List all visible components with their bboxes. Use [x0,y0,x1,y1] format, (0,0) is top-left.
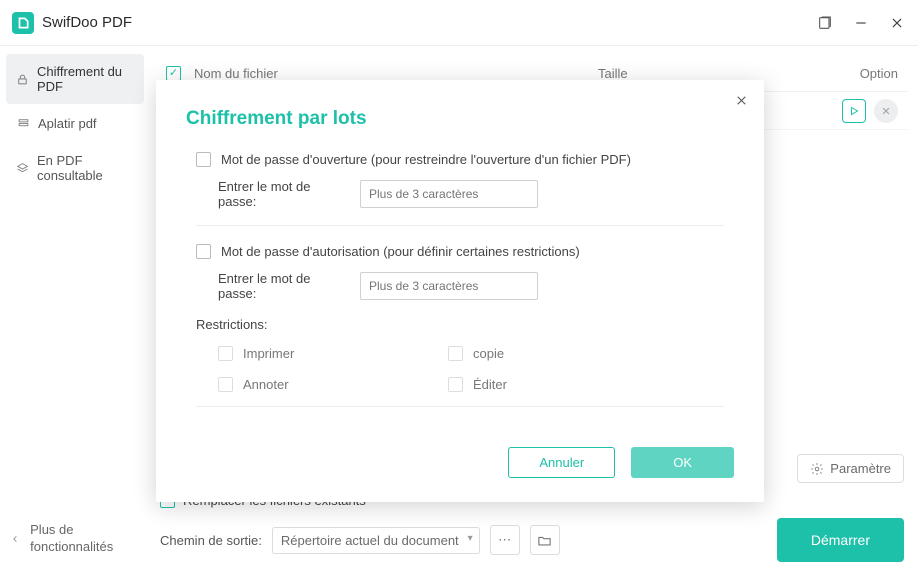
param-label: Paramètre [830,461,891,476]
restrict-annotate-checkbox[interactable] [218,377,233,392]
col-size: Taille [598,66,818,81]
ellipsis-icon: ⋯ [498,532,511,548]
output-label: Chemin de sortie: [160,533,262,548]
restrictions-label: Restrictions: [196,317,724,332]
gear-icon [810,462,824,476]
close-icon [735,94,748,107]
modal-close-button[interactable] [735,94,748,110]
titlebar: SwifDoo PDF [0,0,918,46]
restrict-annotate-label: Annoter [243,377,289,392]
open-password-label: Mot de passe d'ouverture (pour restreind… [221,152,631,167]
open-password-input[interactable] [360,180,538,208]
sidebar: Chiffrement du PDF Aplatir pdf En PDF co… [0,46,150,576]
preview-button[interactable] [842,99,866,123]
more-options-button[interactable]: ⋯ [490,525,520,555]
col-option: Option [818,66,898,81]
cancel-label: Annuler [539,455,584,470]
window-extra-icon[interactable] [816,14,834,32]
restrict-copy-label: copie [473,346,504,361]
restrict-print-checkbox[interactable] [218,346,233,361]
sidebar-item-flatten[interactable]: Aplatir pdf [6,106,144,141]
minimize-icon[interactable] [852,14,870,32]
sidebar-item-searchable[interactable]: En PDF consultable [6,143,144,193]
open-password-checkbox[interactable] [196,152,211,167]
app-title: SwifDoo PDF [42,14,132,31]
batch-encrypt-modal: Chiffrement par lots Mot de passe d'ouve… [156,80,764,502]
app-logo [12,12,34,34]
browse-folder-button[interactable] [530,525,560,555]
folder-icon [537,533,552,548]
restrict-copy-checkbox[interactable] [448,346,463,361]
restrict-edit-checkbox[interactable] [448,377,463,392]
lock-icon [16,72,29,86]
sidebar-more-label: Plus de fonctionnalités [30,522,140,556]
param-button[interactable]: Paramètre [797,454,904,483]
start-label: Démarrer [811,532,870,548]
enter-password-label: Entrer le mot de passe: [218,179,350,209]
divider [196,225,724,226]
ok-label: OK [673,455,692,470]
cancel-button[interactable]: Annuler [508,447,615,478]
select-all-checkbox[interactable] [166,66,181,81]
close-icon[interactable] [888,14,906,32]
sidebar-item-label: Aplatir pdf [38,116,97,131]
restrict-edit-label: Éditer [473,377,507,392]
sidebar-item-label: En PDF consultable [37,153,134,183]
col-name: Nom du fichier [194,66,598,81]
sidebar-more[interactable]: Plus de fonctionnalités [6,514,144,568]
flatten-icon [16,117,30,131]
modal-title: Chiffrement par lots [186,108,734,130]
enter-password-label: Entrer le mot de passe: [218,271,350,301]
auth-password-label: Mot de passe d'autorisation (pour défini… [221,244,580,259]
restrict-print-label: Imprimer [243,346,294,361]
auth-password-input[interactable] [360,272,538,300]
chevron-left-icon [10,533,20,545]
output-value: Répertoire actuel du document [281,533,459,548]
auth-password-checkbox[interactable] [196,244,211,259]
ok-button[interactable]: OK [631,447,734,478]
sidebar-item-encrypt[interactable]: Chiffrement du PDF [6,54,144,104]
sidebar-item-label: Chiffrement du PDF [37,64,134,94]
start-button[interactable]: Démarrer [777,518,904,562]
output-select[interactable]: Répertoire actuel du document [272,527,480,554]
divider [196,406,724,407]
layers-icon [16,161,29,175]
remove-button[interactable] [874,99,898,123]
